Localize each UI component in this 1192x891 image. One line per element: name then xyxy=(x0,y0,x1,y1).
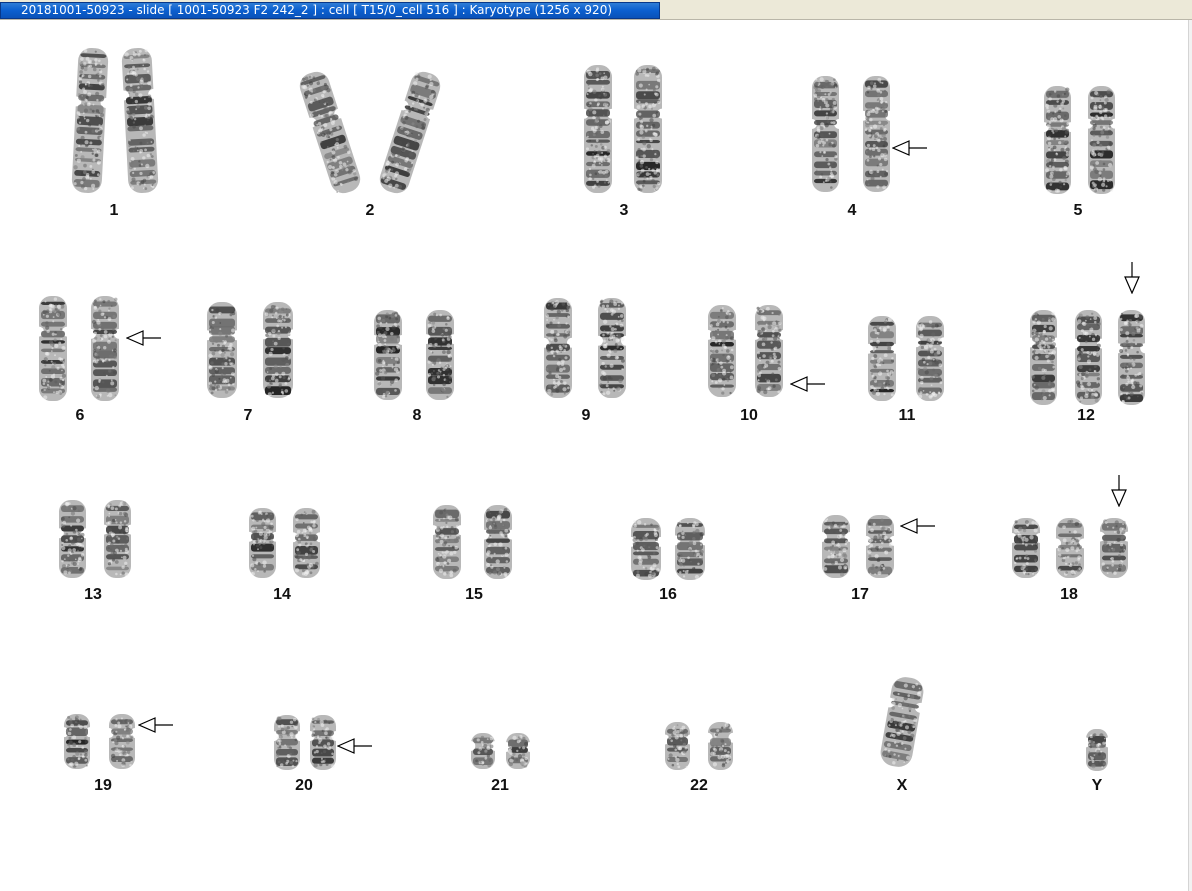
chromosome-label-7: 7 xyxy=(243,407,253,424)
chromosome-label-y: Y xyxy=(1091,777,1103,794)
chromosome-label-16: 16 xyxy=(659,586,677,603)
chromosome-label-8: 8 xyxy=(412,407,422,424)
chromosome-label-19: 19 xyxy=(94,777,112,794)
chromosome-label-9: 9 xyxy=(581,407,591,424)
window-title-bar[interactable]: 20181001-50923 - slide [ 1001-50923 F2 2… xyxy=(0,2,660,19)
chromosome-label-x: X xyxy=(896,777,908,794)
chromosome-label-17: 17 xyxy=(851,586,869,603)
chromosome-label-2: 2 xyxy=(365,202,375,219)
abnormality-arrow-icon xyxy=(137,716,174,739)
abnormality-arrow-icon xyxy=(336,737,373,760)
chromosome-label-10: 10 xyxy=(740,407,758,424)
window-right-border xyxy=(1188,20,1192,891)
chromosome-label-11: 11 xyxy=(898,407,916,424)
chromosome-label-13: 13 xyxy=(84,586,102,603)
chromosome-label-21: 21 xyxy=(491,777,509,794)
chromosome-label-12: 12 xyxy=(1077,407,1095,424)
chromosome-label-18: 18 xyxy=(1060,586,1078,603)
chromosome-label-6: 6 xyxy=(75,407,85,424)
window-titlebar-strip: 20181001-50923 - slide [ 1001-50923 F2 2… xyxy=(0,0,1192,20)
chromosome-label-5: 5 xyxy=(1073,202,1083,219)
chromosome-label-4: 4 xyxy=(847,202,857,219)
chromosome-label-14: 14 xyxy=(273,586,291,603)
chromosome-label-15: 15 xyxy=(465,586,483,603)
chromosome-label-3: 3 xyxy=(619,202,629,219)
abnormality-arrow-icon xyxy=(125,329,162,352)
chromosome-label-1: 1 xyxy=(109,202,119,219)
abnormality-arrow-icon xyxy=(1123,262,1141,299)
chromosome-label-22: 22 xyxy=(690,777,708,794)
chromosome-label-20: 20 xyxy=(295,777,313,794)
window-title: 20181001-50923 - slide [ 1001-50923 F2 2… xyxy=(21,3,613,17)
abnormality-arrow-icon xyxy=(1110,475,1128,512)
abnormality-arrow-icon xyxy=(789,375,826,398)
abnormality-arrow-icon xyxy=(891,139,928,162)
abnormality-arrow-icon xyxy=(899,517,936,540)
